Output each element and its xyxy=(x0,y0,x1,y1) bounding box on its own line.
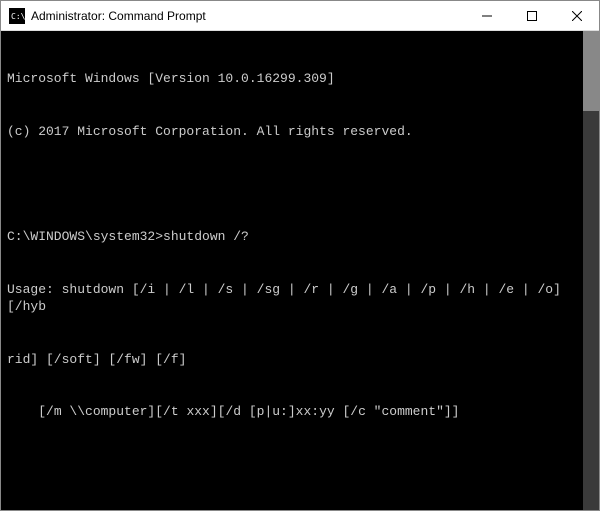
maximize-button[interactable] xyxy=(509,1,554,30)
titlebar[interactable]: C:\ Administrator: Command Prompt xyxy=(1,1,599,31)
usage-line: rid] [/soft] [/fw] [/f] xyxy=(7,351,593,369)
console-line: Microsoft Windows [Version 10.0.16299.30… xyxy=(7,70,593,88)
typed-command: shutdown /? xyxy=(163,229,249,244)
window-controls xyxy=(464,1,599,30)
command-prompt-window: C:\ Administrator: Command Prompt Micros… xyxy=(0,0,600,511)
scroll-thumb[interactable] xyxy=(583,31,599,111)
svg-text:C:\: C:\ xyxy=(11,12,25,21)
minimize-button[interactable] xyxy=(464,1,509,30)
console-area[interactable]: Microsoft Windows [Version 10.0.16299.30… xyxy=(1,31,599,510)
resize-grip[interactable] xyxy=(585,496,599,510)
window-title: Administrator: Command Prompt xyxy=(31,9,464,23)
usage-line: [/m \\computer][/t xxx][/d [p|u:]xx:yy [… xyxy=(7,403,593,421)
console-blank xyxy=(7,175,593,193)
close-button[interactable] xyxy=(554,1,599,30)
cmd-icon: C:\ xyxy=(9,8,25,24)
usage-line: Usage: shutdown [/i | /l | /s | /sg | /r… xyxy=(7,281,593,316)
prompt-line: C:\WINDOWS\system32>shutdown /? xyxy=(7,228,593,246)
prompt-path: C:\WINDOWS\system32> xyxy=(7,229,163,244)
console-line: (c) 2017 Microsoft Corporation. All righ… xyxy=(7,123,593,141)
vertical-scrollbar[interactable] xyxy=(583,31,599,510)
console-blank xyxy=(7,456,593,474)
help-table: No argsDisplay help. This is the same as… xyxy=(7,509,593,510)
